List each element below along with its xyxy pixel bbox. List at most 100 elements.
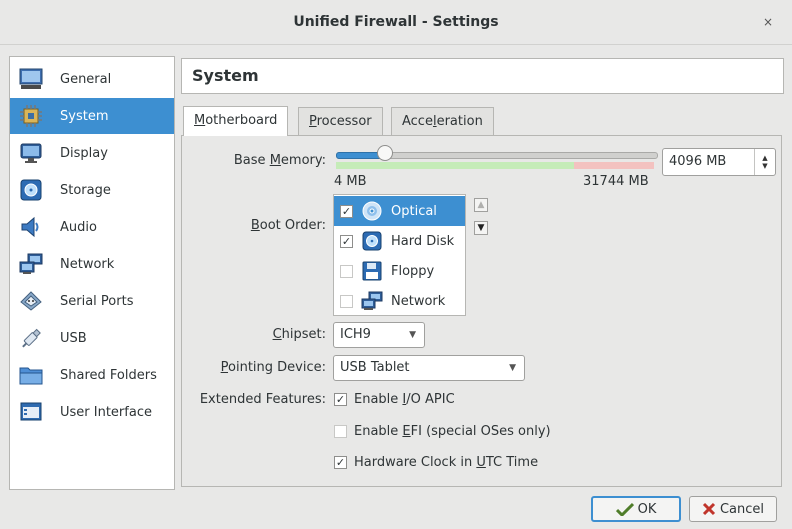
boot-item-label: Floppy [391, 263, 435, 279]
monitor-icon [18, 66, 44, 92]
sidebar-item-label: User Interface [60, 404, 152, 420]
folder-icon [18, 362, 44, 388]
extended-features-label: Extended Features: [199, 392, 326, 407]
sidebar-item-shared-folders[interactable]: Shared Folders [10, 357, 174, 393]
base-memory-max-label: 31744 MB [583, 174, 649, 189]
sidebar-item-label: General [60, 71, 112, 87]
boot-item-checkbox[interactable]: ✓ [340, 204, 353, 218]
page-title: System [192, 66, 259, 85]
chevron-down-icon[interactable]: ▼ [762, 162, 767, 170]
sidebar-item-user-interface[interactable]: User Interface [10, 394, 174, 430]
tab-label-mnemonic: P [309, 114, 317, 129]
checkbox[interactable]: ✓ [334, 393, 347, 406]
optical-disc-icon [361, 200, 383, 222]
boot-item-label: Optical [391, 203, 437, 219]
hardware-clock-utc-checkbox[interactable]: ✓ Hardware Clock in UTC Time [334, 455, 538, 470]
user-interface-icon [18, 399, 44, 425]
speaker-icon [18, 214, 44, 240]
disk-icon [18, 177, 44, 203]
sidebar-item-network[interactable]: Network [10, 246, 174, 282]
base-memory-spinbox[interactable]: 4096 MB ▲ ▼ [662, 148, 776, 176]
boot-item-checkbox[interactable] [340, 264, 353, 278]
checkbox[interactable]: ✓ [334, 456, 347, 469]
section-header: System [181, 58, 784, 94]
tab-processor[interactable]: Processor [298, 107, 383, 135]
sidebar-item-serial-ports[interactable]: Serial Ports [10, 283, 174, 319]
move-down-button[interactable]: ▼ [474, 221, 488, 235]
boot-item-optical[interactable]: ✓ Optical [334, 196, 465, 226]
checkbox[interactable] [334, 425, 347, 438]
base-memory-slider-zones [336, 162, 654, 169]
boot-item-label: Hard Disk [391, 233, 455, 249]
sidebar-item-label: Display [60, 145, 108, 161]
sidebar-item-display[interactable]: Display [10, 135, 174, 171]
pointing-device-label: Pointing Device: [220, 360, 326, 375]
checkbox-label: Hardware Clock in UTC Time [354, 455, 539, 470]
display-icon [18, 140, 44, 166]
move-up-button[interactable]: ▲ [474, 198, 488, 212]
chevron-down-icon: ▼ [409, 330, 416, 340]
spin-arrows[interactable]: ▲ ▼ [754, 149, 775, 175]
boot-item-label: Network [391, 293, 446, 309]
arrow-up-icon: ▲ [477, 200, 485, 210]
tab-acceleration[interactable]: Acceleration [391, 107, 494, 135]
base-memory-value: 4096 MB [669, 154, 727, 169]
boot-item-floppy[interactable]: Floppy [334, 256, 465, 286]
ok-label: OK [637, 501, 657, 517]
sidebar-item-label: Network [60, 256, 115, 272]
close-button[interactable]: × [758, 12, 778, 32]
cancel-button[interactable]: Cancel [689, 496, 777, 522]
network-icon [361, 290, 383, 312]
boot-order-label: Boot Order: [250, 218, 326, 233]
sidebar-item-general[interactable]: General [10, 61, 174, 97]
chipset-select[interactable]: ICH9 ▼ [333, 322, 425, 348]
sidebar-item-label: Audio [60, 219, 97, 235]
base-memory-min-label: 4 MB [334, 174, 367, 189]
recommended-zone [336, 162, 575, 169]
enable-efi-checkbox[interactable]: Enable EFI (special OSes only) [334, 424, 551, 439]
floppy-icon [361, 260, 383, 282]
checkmark-icon [615, 502, 634, 516]
sidebar-item-label: System [60, 108, 109, 124]
sidebar-item-storage[interactable]: Storage [10, 172, 174, 208]
tab-label: Acce [402, 114, 433, 129]
hard-disk-icon [361, 230, 383, 252]
tab-label: rocessor [316, 114, 372, 129]
chip-icon [18, 103, 44, 129]
sidebar-item-system[interactable]: System [10, 98, 174, 134]
boot-item-checkbox[interactable]: ✓ [340, 234, 353, 248]
network-icon [18, 251, 44, 277]
base-memory-slider-handle[interactable] [376, 145, 393, 161]
chevron-up-icon[interactable]: ▲ [762, 154, 767, 162]
pointing-device-select[interactable]: USB Tablet ▼ [333, 355, 525, 381]
chevron-down-icon: ▼ [509, 363, 516, 373]
settings-sidebar: General System Display Storage Audio Net… [9, 56, 175, 490]
sidebar-item-label: Shared Folders [60, 367, 157, 383]
pointing-device-value: USB Tablet [340, 360, 410, 375]
enable-io-apic-checkbox[interactable]: ✓ Enable I/O APIC [334, 392, 455, 407]
boot-item-hard-disk[interactable]: ✓ Hard Disk [334, 226, 465, 256]
tab-motherboard[interactable]: Motherboard [183, 106, 289, 136]
chipset-label: Chipset: [272, 327, 326, 342]
ok-button[interactable]: OK [591, 496, 681, 522]
sidebar-item-usb[interactable]: USB [10, 320, 174, 356]
cancel-x-icon [702, 502, 716, 516]
boot-item-network[interactable]: Network [334, 286, 465, 316]
serial-port-icon [18, 288, 44, 314]
warning-zone [574, 162, 654, 169]
sidebar-item-label: USB [60, 330, 87, 346]
base-memory-label: Base Memory: [233, 153, 326, 168]
sidebar-item-label: Serial Ports [60, 293, 134, 309]
checkbox-label: Enable I/O APIC [354, 392, 455, 407]
boot-item-checkbox[interactable] [340, 294, 353, 308]
cancel-label: Cancel [719, 501, 765, 517]
arrow-down-icon: ▼ [477, 223, 485, 233]
tab-label: eration [436, 114, 483, 129]
tab-label: otherboard [205, 113, 278, 128]
boot-order-list: ✓ Optical ✓ Hard Disk Floppy Network [333, 194, 466, 316]
checkbox-label: Enable EFI (special OSes only) [354, 424, 551, 439]
sidebar-item-label: Storage [60, 182, 111, 198]
sidebar-item-audio[interactable]: Audio [10, 209, 174, 245]
chipset-value: ICH9 [340, 327, 371, 342]
window-title: Unified Firewall - Settings [293, 14, 499, 30]
